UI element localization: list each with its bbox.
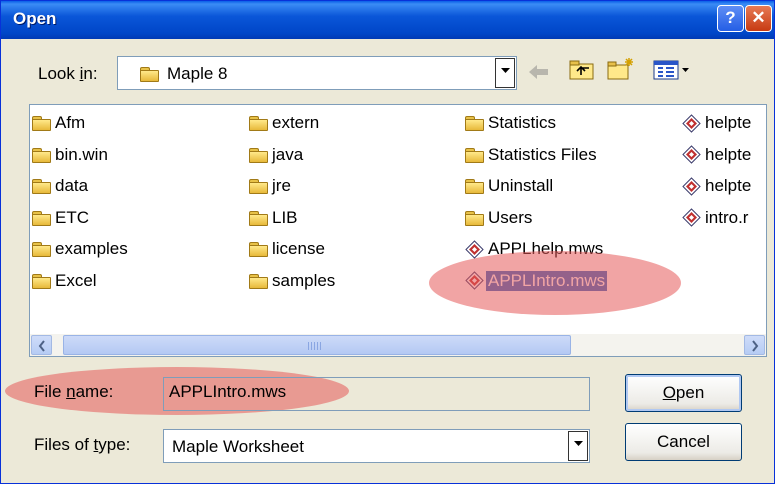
list-item-label: Statistics Files bbox=[488, 144, 597, 164]
maple-worksheet-icon bbox=[682, 145, 701, 164]
list-item[interactable]: Uninstall bbox=[465, 174, 555, 198]
list-item[interactable]: Statistics bbox=[465, 111, 558, 135]
file-type-dropdown[interactable]: Maple Worksheet bbox=[163, 429, 590, 463]
list-item[interactable]: intro.r bbox=[682, 206, 750, 230]
file-name-input[interactable]: APPLIntro.mws bbox=[163, 377, 590, 411]
folder-icon bbox=[32, 116, 51, 131]
grip-icon bbox=[308, 342, 322, 350]
new-folder-icon[interactable] bbox=[607, 57, 637, 81]
list-item-label: Excel bbox=[55, 270, 97, 290]
chevron-down-icon bbox=[574, 441, 583, 446]
look-in-label: Look in: bbox=[38, 64, 98, 83]
list-item-label: samples bbox=[272, 270, 336, 290]
folder-icon bbox=[32, 210, 51, 226]
list-item-label: license bbox=[272, 239, 325, 258]
folder-icon bbox=[465, 210, 484, 226]
folder-icon bbox=[32, 242, 51, 257]
highlight-oval-selected-file bbox=[429, 251, 681, 315]
folder-icon bbox=[249, 210, 268, 226]
list-item-label: java bbox=[272, 144, 304, 164]
folder-icon bbox=[32, 147, 51, 163]
list-item[interactable]: examples bbox=[32, 237, 130, 261]
file-name-label: File name: bbox=[34, 382, 114, 401]
look-in-value: Maple 8 bbox=[167, 64, 228, 83]
list-item-label: ETC bbox=[55, 207, 89, 227]
window-title: Open bbox=[13, 9, 57, 28]
list-item[interactable]: samples bbox=[249, 269, 337, 293]
folder-icon bbox=[32, 179, 51, 194]
folder-icon bbox=[465, 179, 484, 194]
file-type-dropdown-button[interactable] bbox=[568, 431, 588, 461]
list-item[interactable]: LIB bbox=[249, 206, 300, 230]
chevron-down-icon bbox=[501, 68, 510, 73]
file-type-value: Maple Worksheet bbox=[172, 437, 304, 456]
list-item-label: helpte bbox=[705, 176, 752, 195]
folder-icon bbox=[140, 67, 159, 82]
folder-icon bbox=[249, 147, 268, 163]
list-item[interactable]: helpte bbox=[682, 174, 753, 198]
open-dialog: Open ? ✕ Look in: Maple 8 Afm bin.win data… bbox=[0, 0, 775, 484]
chevron-right-icon bbox=[752, 340, 759, 352]
close-button[interactable]: ✕ bbox=[745, 5, 772, 32]
list-item[interactable]: helpte bbox=[682, 111, 753, 135]
view-menu-icon[interactable] bbox=[653, 59, 693, 81]
folder-icon bbox=[249, 273, 268, 289]
folder-icon bbox=[465, 116, 484, 131]
scroll-left-button[interactable] bbox=[31, 335, 52, 355]
list-item-label: intro.r bbox=[705, 207, 749, 227]
file-type-label: Files of type: bbox=[34, 435, 131, 454]
maple-worksheet-icon bbox=[682, 208, 701, 227]
list-item[interactable]: helpte bbox=[682, 143, 753, 167]
look-in-dropdown[interactable]: Maple 8 bbox=[117, 56, 517, 90]
maple-worksheet-icon bbox=[682, 176, 701, 196]
up-folder-icon[interactable] bbox=[569, 59, 595, 81]
list-item-label: data bbox=[55, 176, 89, 195]
folder-icon bbox=[249, 116, 268, 131]
file-list[interactable]: Afm bin.win data ETC examples Excel extern jav… bbox=[29, 104, 767, 357]
list-item-label: Uninstall bbox=[488, 176, 554, 195]
horizontal-scrollbar[interactable] bbox=[30, 334, 766, 356]
list-item[interactable]: jre bbox=[249, 174, 293, 198]
list-item-label: examples bbox=[55, 239, 128, 258]
list-item-label: helpte bbox=[705, 113, 752, 132]
folder-icon bbox=[249, 179, 268, 194]
list-item[interactable]: java bbox=[249, 143, 305, 167]
folder-icon bbox=[465, 147, 484, 163]
list-item[interactable]: ETC bbox=[32, 206, 91, 230]
list-item-label: helpte bbox=[705, 144, 752, 164]
cancel-button[interactable]: Cancel bbox=[625, 423, 742, 461]
scrollbar-thumb[interactable] bbox=[63, 335, 571, 355]
maple-worksheet-icon bbox=[682, 113, 701, 133]
help-button[interactable]: ? bbox=[717, 5, 744, 32]
list-item[interactable]: data bbox=[32, 174, 90, 198]
list-item[interactable]: Statistics Files bbox=[465, 143, 599, 167]
list-item[interactable]: Users bbox=[465, 206, 534, 230]
list-item[interactable]: bin.win bbox=[32, 143, 110, 167]
list-item[interactable]: Afm bbox=[32, 111, 87, 135]
maple-worksheet-icon bbox=[465, 239, 484, 259]
look-in-dropdown-button[interactable] bbox=[495, 58, 515, 88]
list-item[interactable]: extern bbox=[249, 111, 321, 135]
list-item-label: Users bbox=[488, 207, 533, 227]
close-icon: ✕ bbox=[751, 8, 766, 27]
open-button[interactable]: Open bbox=[625, 374, 742, 412]
title-bar[interactable]: Open ? ✕ bbox=[1, 1, 774, 39]
list-item[interactable]: Excel bbox=[32, 269, 99, 293]
chevron-left-icon bbox=[38, 340, 45, 352]
list-item[interactable]: license bbox=[249, 237, 327, 261]
folder-icon bbox=[249, 242, 268, 257]
list-item-label: LIB bbox=[272, 207, 298, 227]
file-name-value: APPLIntro.mws bbox=[169, 382, 287, 401]
help-icon: ? bbox=[725, 8, 736, 27]
scroll-right-button[interactable] bbox=[744, 335, 765, 355]
list-item-label: jre bbox=[272, 176, 291, 195]
list-item-label: Statistics bbox=[488, 113, 557, 132]
list-item-label: extern bbox=[272, 113, 320, 132]
folder-icon bbox=[32, 273, 51, 289]
back-arrow-icon[interactable] bbox=[529, 65, 549, 79]
list-item-label: bin.win bbox=[55, 144, 108, 164]
list-item-label: Afm bbox=[55, 113, 86, 132]
